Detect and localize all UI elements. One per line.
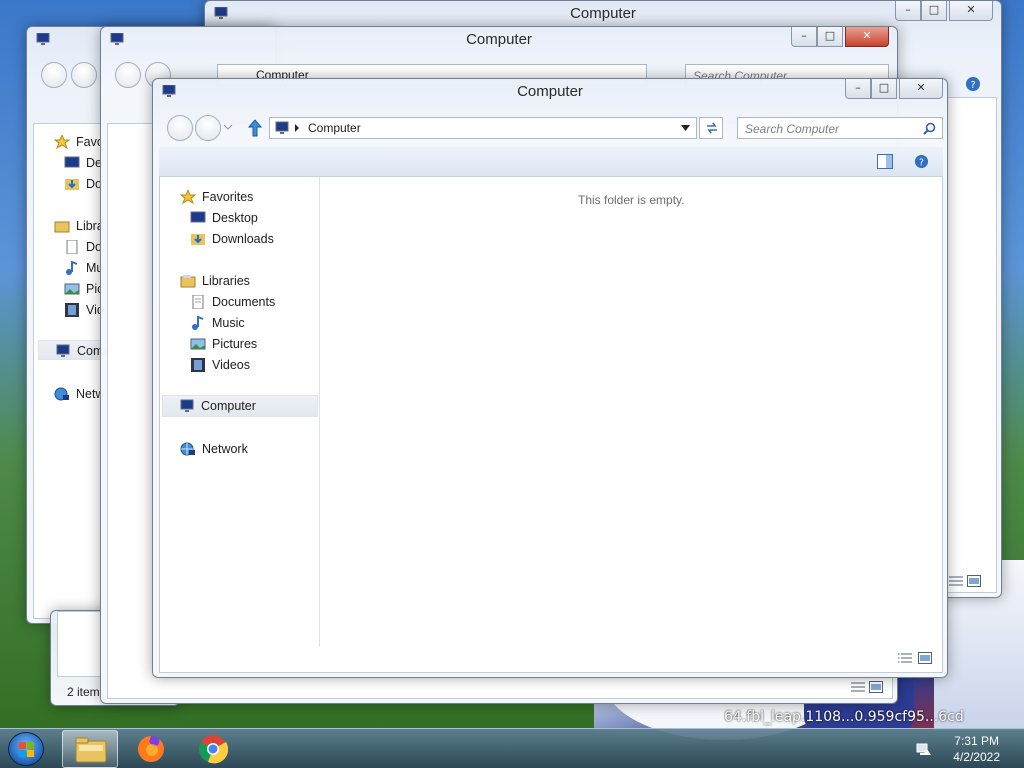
up-arrow-icon[interactable] — [247, 119, 263, 137]
music-icon — [192, 316, 204, 330]
large-icons-view-icon[interactable] — [918, 652, 932, 664]
wallpaper-text: 64.fbl_leap.1108...0.959cf95...6cd — [724, 709, 964, 725]
details-view-icon[interactable] — [898, 652, 912, 664]
action-center-icon[interactable] — [916, 741, 932, 757]
videos-icon — [191, 358, 205, 372]
maximize-button[interactable]: □ — [871, 79, 897, 99]
window-title: Computer — [517, 83, 583, 100]
details-view-icon[interactable] — [949, 575, 963, 587]
sidebar-item-computer[interactable]: Computer — [162, 395, 318, 417]
minimize-button[interactable]: – — [895, 1, 921, 21]
back-button[interactable] — [115, 62, 141, 88]
computer-icon — [56, 344, 70, 357]
refresh-icon — [707, 122, 717, 134]
back-button[interactable] — [167, 115, 193, 141]
svg-text:?: ? — [970, 80, 975, 91]
address-bar[interactable]: Computer — [269, 117, 697, 139]
document-icon — [192, 295, 204, 309]
desktop-icon — [190, 211, 206, 223]
library-icon — [180, 275, 196, 288]
taskbar: 7:31 PM 4/2/2022 — [0, 728, 1024, 768]
close-button[interactable]: ✕ — [899, 79, 943, 99]
taskbar-chrome-button[interactable] — [186, 730, 242, 768]
start-button[interactable] — [8, 732, 44, 766]
library-icon — [54, 221, 70, 233]
document-icon — [66, 240, 78, 254]
navigation-pane: Favorites Desktop Downloads Libraries Do… — [160, 177, 320, 647]
maximize-button[interactable]: □ — [817, 27, 843, 47]
system-clock[interactable]: 7:31 PM 4/2/2022 — [953, 733, 1000, 765]
taskbar-explorer-button[interactable] — [62, 730, 118, 768]
empty-folder-message: This folder is empty. — [578, 193, 685, 207]
pictures-icon — [64, 283, 80, 295]
svg-text:?: ? — [919, 157, 924, 168]
star-icon — [180, 190, 196, 204]
desktop-icon — [64, 156, 80, 168]
search-input[interactable]: Search Computer — [737, 117, 943, 139]
network-icon — [54, 387, 69, 401]
large-icons-view-icon[interactable] — [869, 681, 883, 693]
forward-button[interactable] — [71, 62, 97, 88]
maximize-button[interactable]: □ — [921, 1, 947, 21]
help-icon[interactable]: ? — [965, 76, 981, 92]
music-icon — [66, 261, 78, 275]
folder-icon — [75, 737, 107, 763]
minimize-button[interactable]: – — [845, 79, 871, 99]
downloads-icon — [191, 234, 205, 245]
command-bar: ? — [159, 147, 943, 177]
pictures-icon — [190, 338, 206, 350]
windows-start-icon — [19, 742, 34, 757]
taskbar-firefox-button[interactable] — [124, 730, 180, 768]
window-title: Computer — [570, 5, 636, 22]
breadcrumb-computer[interactable]: Computer — [308, 121, 361, 135]
chrome-icon — [199, 735, 228, 764]
close-button[interactable]: ✕ — [845, 27, 889, 47]
main-window[interactable]: Computer – □ ✕ Computer Search Computer … — [152, 78, 948, 678]
forward-button[interactable] — [195, 115, 221, 141]
explorer-body: Favorites Desktop Downloads Libraries Do… — [159, 177, 943, 673]
network-icon — [180, 442, 195, 456]
videos-icon — [65, 303, 79, 317]
help-icon[interactable]: ? — [914, 154, 929, 169]
firefox-icon — [138, 736, 164, 762]
back-button[interactable] — [41, 62, 67, 88]
clock-time: 7:31 PM — [954, 734, 999, 748]
refresh-button[interactable] — [699, 117, 723, 139]
details-view-icon[interactable] — [851, 681, 865, 693]
computer-icon — [275, 121, 289, 134]
downloads-icon — [65, 179, 79, 190]
clock-date: 4/2/2022 — [953, 750, 1000, 764]
computer-icon — [36, 33, 50, 45]
computer-icon — [180, 399, 194, 412]
large-icons-view-icon[interactable] — [967, 575, 981, 587]
preview-pane-icon[interactable] — [877, 154, 893, 169]
minimize-button[interactable]: – — [791, 27, 817, 47]
star-icon — [54, 135, 70, 149]
close-button[interactable]: ✕ — [949, 1, 993, 21]
breadcrumb-separator-icon[interactable] — [294, 124, 300, 132]
window-title: Computer — [466, 31, 532, 48]
search-icon[interactable] — [923, 122, 936, 135]
address-dropdown-icon[interactable] — [681, 125, 690, 131]
recent-pages-chevron-icon[interactable] — [223, 123, 233, 131]
